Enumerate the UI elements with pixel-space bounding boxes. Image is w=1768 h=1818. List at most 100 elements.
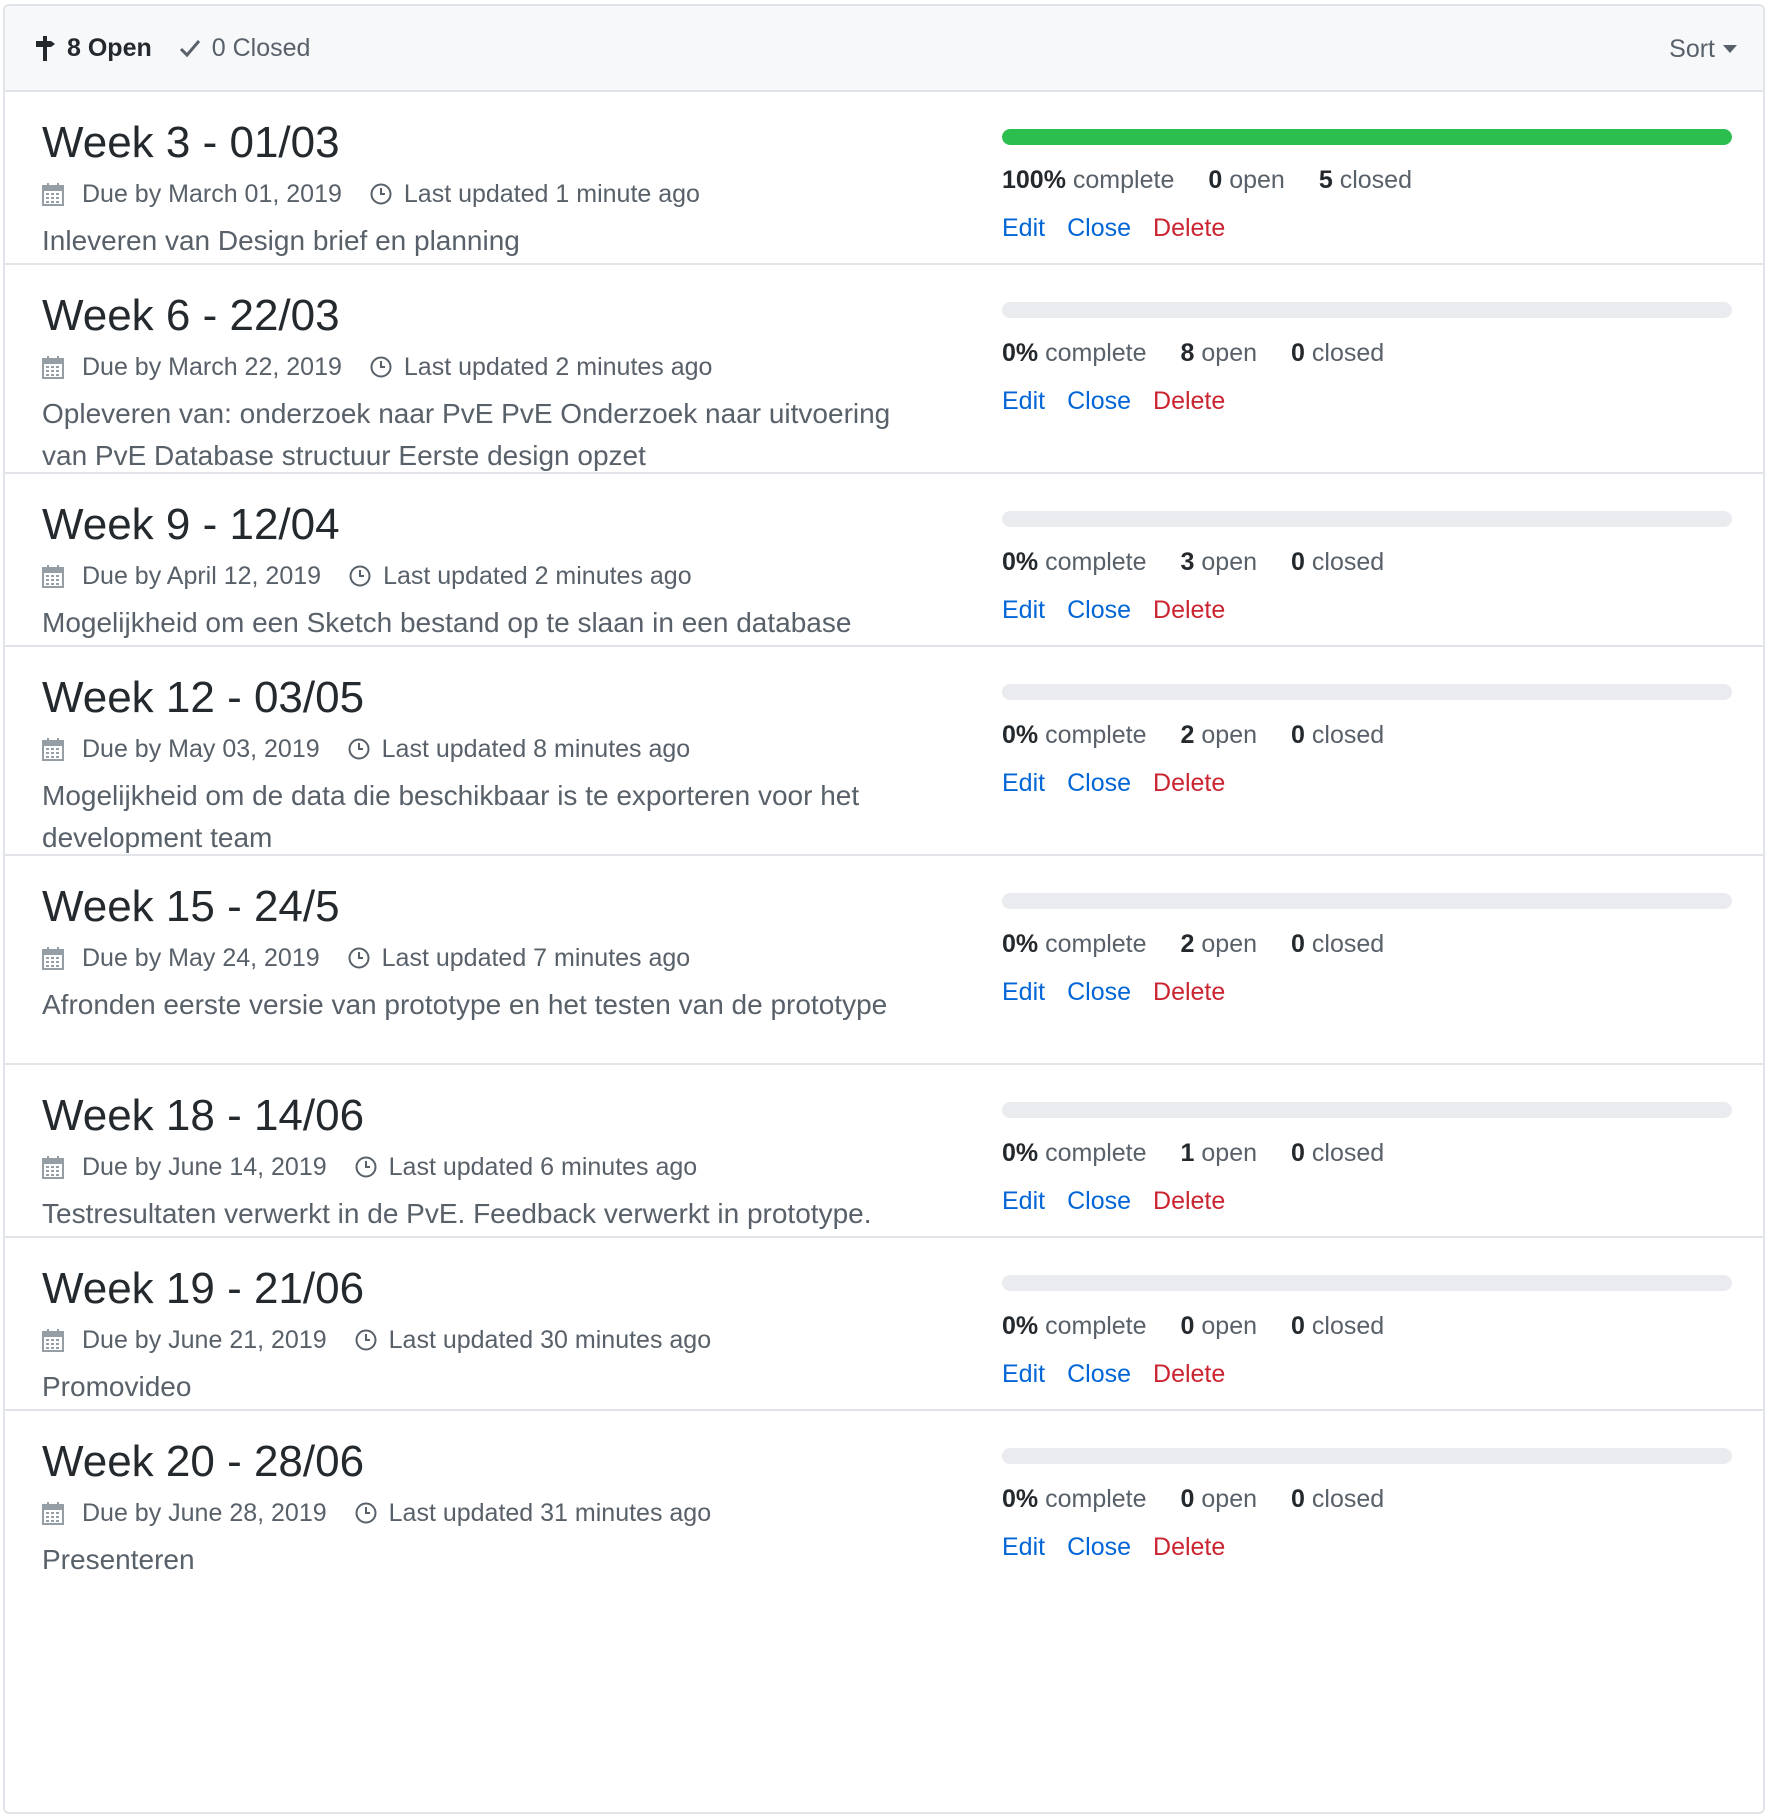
progress-bar (1002, 893, 1732, 909)
closed-count-text: closed (1311, 338, 1385, 367)
edit-link[interactable]: Edit (1002, 769, 1045, 798)
clock-icon (348, 947, 370, 969)
closed-issues-count[interactable]: 5 closed (1319, 166, 1412, 195)
milestone-stats: 0% complete 2 open 0 closed (1002, 929, 1732, 959)
milestone-title-link[interactable]: Week 20 - 28/06 (42, 1437, 364, 1486)
delete-link[interactable]: Delete (1153, 214, 1225, 243)
open-filter-link[interactable]: 8 Open (33, 33, 152, 63)
closed-filter-link[interactable]: 0 Closed (178, 33, 310, 63)
last-updated-text: Last updated 1 minute ago (403, 179, 700, 208)
milestone-row: Week 12 - 03/05 Due by May 03, 2019 Last… (5, 647, 1763, 856)
close-link[interactable]: Close (1067, 1187, 1131, 1216)
delete-link[interactable]: Delete (1153, 978, 1225, 1007)
edit-link[interactable]: Edit (1002, 1533, 1045, 1562)
close-link[interactable]: Close (1067, 214, 1131, 243)
percent-label: complete (1045, 1311, 1147, 1340)
open-issues-count[interactable]: 0 open (1181, 1312, 1257, 1341)
closed-issues-count[interactable]: 0 closed (1291, 1485, 1384, 1514)
progress-bar (1002, 1275, 1732, 1291)
closed-issues-count[interactable]: 0 closed (1291, 1312, 1384, 1341)
percent-value: 0% (1002, 1484, 1039, 1513)
open-issues-count[interactable]: 2 open (1181, 930, 1257, 959)
edit-link[interactable]: Edit (1002, 1360, 1045, 1389)
close-link[interactable]: Close (1067, 1533, 1131, 1562)
milestone-title-link[interactable]: Week 9 - 12/04 (42, 500, 340, 549)
milestone-title-link[interactable]: Week 12 - 03/05 (42, 673, 364, 722)
open-count-text: open (1201, 929, 1258, 958)
milestone-description: Testresultaten verwerkt in de PvE. Feedb… (42, 1198, 872, 1229)
milestone-title-link[interactable]: Week 3 - 01/03 (42, 118, 340, 167)
milestone-progress-area: 0% complete 2 open 0 closed Edit Close D… (1002, 893, 1732, 1007)
milestones-box: 8 Open 0 Closed Sort Week 3 - 01/03 Due … (3, 4, 1765, 1814)
last-updated-text: Last updated 8 minutes ago (381, 734, 691, 763)
close-link[interactable]: Close (1067, 1360, 1131, 1389)
milestone-stats: 0% complete 1 open 0 closed (1002, 1138, 1732, 1168)
progress-bar (1002, 302, 1732, 318)
delete-link[interactable]: Delete (1153, 1533, 1225, 1562)
open-issues-count[interactable]: 2 open (1181, 721, 1257, 750)
edit-link[interactable]: Edit (1002, 596, 1045, 625)
milestone-title-link[interactable]: Week 6 - 22/03 (42, 291, 340, 340)
open-issues-count[interactable]: 1 open (1181, 1139, 1257, 1168)
sort-label: Sort (1669, 34, 1715, 63)
milestone-info: Week 20 - 28/06 Due by June 28, 2019 Las… (5, 1411, 965, 1579)
milestone-title-link[interactable]: Week 18 - 14/06 (42, 1091, 364, 1140)
milestone-row: Week 6 - 22/03 Due by March 22, 2019 Las… (5, 265, 1763, 474)
milestone-description: Presenteren (42, 1544, 195, 1575)
delete-link[interactable]: Delete (1153, 769, 1225, 798)
delete-link[interactable]: Delete (1153, 596, 1225, 625)
percent-complete: 0% complete (1002, 1139, 1147, 1168)
open-issues-count[interactable]: 8 open (1181, 339, 1257, 368)
closed-issues-count[interactable]: 0 closed (1291, 548, 1384, 577)
delete-link[interactable]: Delete (1153, 1360, 1225, 1389)
percent-value: 100% (1002, 165, 1066, 194)
close-link[interactable]: Close (1067, 769, 1131, 798)
delete-link[interactable]: Delete (1153, 1187, 1225, 1216)
milestone-row: Week 20 - 28/06 Due by June 28, 2019 Las… (5, 1411, 1763, 1579)
percent-complete: 0% complete (1002, 339, 1147, 368)
milestone-meta: Due by June 21, 2019 Last updated 30 min… (42, 1324, 965, 1356)
close-link[interactable]: Close (1067, 387, 1131, 416)
closed-issues-count[interactable]: 0 closed (1291, 339, 1384, 368)
edit-link[interactable]: Edit (1002, 978, 1045, 1007)
open-issues-count[interactable]: 0 open (1208, 166, 1284, 195)
milestone-progress-area: 0% complete 3 open 0 closed Edit Close D… (1002, 511, 1732, 625)
close-link[interactable]: Close (1067, 978, 1131, 1007)
delete-link[interactable]: Delete (1153, 387, 1225, 416)
progress-bar-fill (1002, 129, 1732, 145)
close-link[interactable]: Close (1067, 596, 1131, 625)
milestone-title-link[interactable]: Week 15 - 24/5 (42, 882, 340, 931)
milestone-progress-area: 0% complete 1 open 0 closed Edit Close D… (1002, 1102, 1732, 1216)
edit-link[interactable]: Edit (1002, 1187, 1045, 1216)
calendar-icon (42, 564, 64, 588)
progress-bar (1002, 1102, 1732, 1118)
closed-issues-count[interactable]: 0 closed (1291, 930, 1384, 959)
milestone-row: Week 9 - 12/04 Due by April 12, 2019 Las… (5, 474, 1763, 647)
milestone-actions: Edit Close Delete (1002, 386, 1732, 416)
open-issues-count[interactable]: 0 open (1181, 1485, 1257, 1514)
percent-value: 0% (1002, 1138, 1039, 1167)
closed-issues-count[interactable]: 0 closed (1291, 721, 1384, 750)
sort-dropdown[interactable]: Sort (1669, 6, 1737, 92)
open-count-value: 3 (1180, 547, 1195, 576)
closed-issues-count[interactable]: 0 closed (1291, 1139, 1384, 1168)
milestone-title-link[interactable]: Week 19 - 21/06 (42, 1264, 364, 1313)
milestone-description: Mogelijkheid om de data die beschikbaar … (42, 780, 860, 853)
milestone-meta: Due by March 22, 2019 Last updated 2 min… (42, 351, 965, 383)
open-issues-count[interactable]: 3 open (1181, 548, 1257, 577)
milestone-meta: Due by May 24, 2019 Last updated 7 minut… (42, 942, 965, 974)
percent-value: 0% (1002, 338, 1039, 367)
milestone-row: Week 3 - 01/03 Due by March 01, 2019 Las… (5, 92, 1763, 265)
edit-link[interactable]: Edit (1002, 214, 1045, 243)
percent-value: 0% (1002, 547, 1039, 576)
open-count-value: 1 (1180, 1138, 1195, 1167)
last-updated-text: Last updated 30 minutes ago (388, 1325, 712, 1354)
closed-count-text: closed (1311, 720, 1385, 749)
edit-link[interactable]: Edit (1002, 387, 1045, 416)
percent-label: complete (1045, 720, 1147, 749)
milestone-row: Week 18 - 14/06 Due by June 14, 2019 Las… (5, 1065, 1763, 1238)
milestone-actions: Edit Close Delete (1002, 213, 1732, 243)
percent-complete: 100% complete (1002, 166, 1174, 195)
milestone-description: Afronden eerste versie van prototype en … (42, 989, 888, 1020)
milestone-actions: Edit Close Delete (1002, 1532, 1732, 1562)
